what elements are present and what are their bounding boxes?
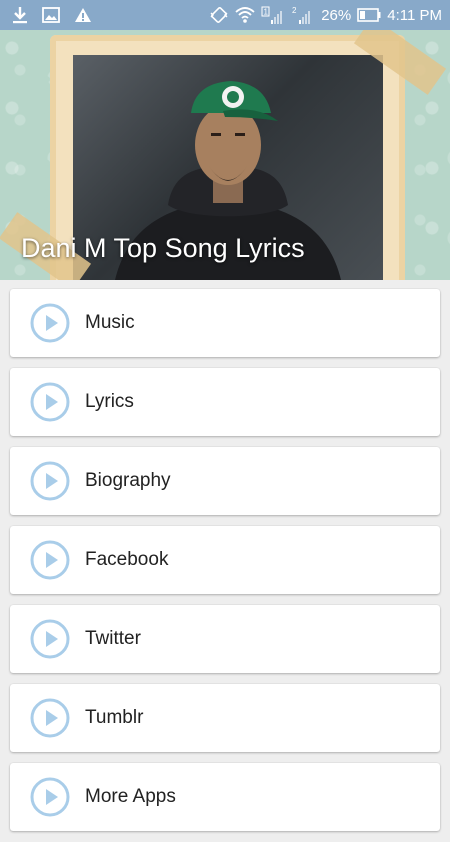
wifi-icon [235, 6, 255, 24]
menu-item-label: Tumblr [85, 707, 144, 728]
page-title: Dani M Top Song Lyrics [21, 233, 305, 263]
menu-item-label: Biography [85, 470, 171, 491]
play-circle-icon [30, 461, 70, 501]
download-icon [12, 6, 28, 24]
menu-item-facebook[interactable]: Facebook [10, 526, 440, 594]
play-circle-icon [30, 382, 70, 422]
sim1-label: 1 [264, 8, 269, 17]
battery-percent: 26% [321, 6, 352, 24]
menu-item-label: More Apps [85, 786, 176, 807]
warning-icon [74, 7, 92, 23]
sim2-label: 2 [292, 6, 297, 15]
play-circle-icon [30, 540, 70, 580]
image-icon [42, 7, 60, 23]
menu-item-tumblr[interactable]: Tumblr [10, 684, 440, 752]
menu-item-biography[interactable]: Biography [10, 447, 440, 515]
menu-item-label: Music [85, 312, 135, 333]
vibrate-icon [209, 5, 229, 25]
menu-item-music[interactable]: Music [10, 289, 440, 357]
menu-item-label: Twitter [85, 628, 141, 649]
menu-item-label: Facebook [85, 549, 169, 570]
sim2-signal-icon: 2 [291, 5, 315, 25]
clock: 4:11 PM [387, 6, 442, 24]
play-circle-icon [30, 698, 70, 738]
play-circle-icon [30, 303, 70, 343]
play-circle-icon [30, 619, 70, 659]
status-bar: 1 2 26% 4:11 PM [0, 0, 450, 30]
menu-list: Music Lyrics Biography Facebook Twitter … [10, 289, 440, 842]
sim1-signal-icon: 1 [261, 5, 285, 25]
menu-item-lyrics[interactable]: Lyrics [10, 368, 440, 436]
menu-item-label: Lyrics [85, 391, 134, 412]
play-circle-icon [30, 777, 70, 817]
menu-item-twitter[interactable]: Twitter [10, 605, 440, 673]
header-banner: Dani M Top Song Lyrics [0, 30, 450, 280]
menu-item-more-apps[interactable]: More Apps [10, 763, 440, 831]
battery-icon [357, 8, 381, 22]
